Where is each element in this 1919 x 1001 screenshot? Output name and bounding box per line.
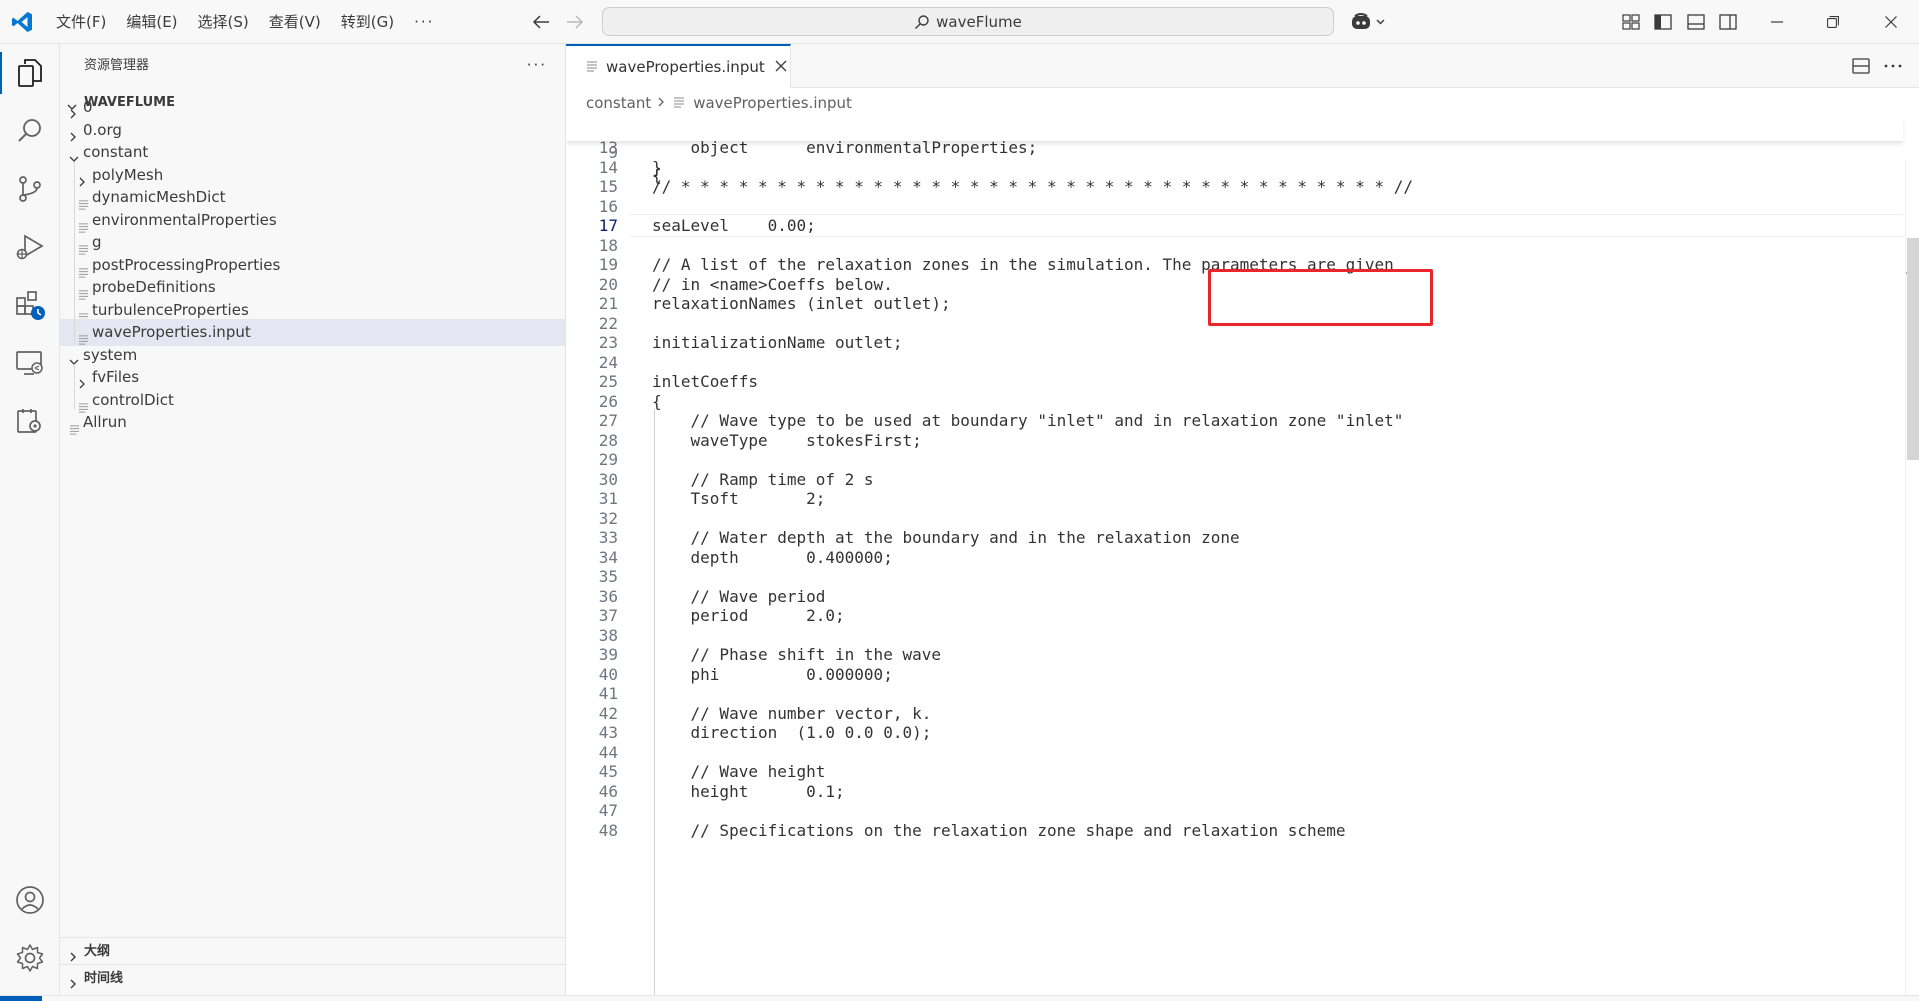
toggle-secondary-sidebar-icon[interactable] — [1716, 10, 1740, 34]
indent-guide — [74, 161, 75, 342]
menu-more-button[interactable]: ··· — [404, 13, 444, 31]
tab-label: waveProperties.input — [606, 58, 765, 76]
editor-group: waveProperties.input constant waveProper… — [566, 44, 1919, 1001]
chevron-right-icon — [657, 94, 665, 112]
title-bar: 文件(F) 编辑(E) 选择(S) 查看(V) 转到(G) ··· waveFlume — [0, 0, 1919, 44]
vscode-logo-icon — [10, 10, 34, 34]
menu-bar: 文件(F) 编辑(E) 选择(S) 查看(V) 转到(G) ··· — [46, 0, 444, 44]
restore-icon[interactable] — [1805, 0, 1861, 44]
indent-guide — [654, 409, 655, 1001]
sticky-line: 9 { — [566, 118, 1903, 185]
source-control-icon[interactable] — [0, 160, 60, 218]
toggle-primary-sidebar-icon[interactable] — [1651, 10, 1675, 34]
menu-file[interactable]: 文件(F) — [46, 8, 116, 36]
sticky-scroll-header[interactable]: 9 { — [566, 118, 1903, 185]
timeline-section-label: 时间线 — [84, 971, 124, 986]
back-arrow-icon[interactable] — [528, 9, 554, 35]
minimize-icon[interactable] — [1749, 0, 1805, 44]
manage-extensions-icon[interactable] — [0, 392, 60, 450]
line-text: { — [652, 166, 662, 185]
split-editor-icon[interactable] — [1849, 56, 1873, 76]
activity-bar — [0, 44, 60, 1001]
indent-guide — [74, 364, 75, 409]
menu-view[interactable]: 查看(V) — [259, 8, 331, 36]
outline-section-header[interactable]: 大纲 — [60, 937, 566, 964]
forward-arrow-icon[interactable] — [562, 9, 588, 35]
command-center-search[interactable]: waveFlume — [602, 7, 1334, 36]
breadcrumb-file[interactable]: waveProperties.input — [693, 94, 852, 112]
menu-selection[interactable]: 选择(S) — [188, 8, 259, 36]
toggle-panel-icon[interactable] — [1684, 10, 1708, 34]
line-number: 48 — [598, 820, 618, 840]
outline-section-label: 大纲 — [84, 944, 111, 959]
vertical-scrollbar[interactable] — [1905, 160, 1919, 1001]
explorer-title: 资源管理器 — [84, 58, 150, 73]
timeline-section-header[interactable]: 时间线 — [60, 964, 566, 991]
editor-tabs: waveProperties.input — [566, 44, 1919, 88]
extensions-icon[interactable] — [0, 276, 60, 334]
remote-explorer-icon[interactable] — [0, 334, 60, 392]
code-line: 48 // Specifications on the relaxation z… — [566, 819, 1903, 842]
status-bar — [0, 995, 1919, 1001]
tab-waveproperties[interactable]: waveProperties.input — [566, 44, 791, 88]
file-lines-icon — [586, 58, 598, 76]
breadcrumb: constant waveProperties.input — [586, 92, 852, 114]
code-editor[interactable]: 9 { 13 object environmentalProperties; 14… — [566, 118, 1919, 1001]
close-icon[interactable] — [775, 58, 787, 76]
remote-indicator[interactable] — [0, 996, 42, 1001]
line-number: 9 — [608, 143, 618, 162]
search-icon[interactable] — [0, 102, 60, 160]
file-lines-icon — [69, 417, 80, 444]
accounts-icon[interactable] — [0, 871, 60, 929]
run-and-debug-icon[interactable] — [0, 218, 60, 276]
menu-edit[interactable]: 编辑(E) — [116, 8, 187, 36]
copilot-icon[interactable] — [1347, 9, 1391, 35]
tree-file-item[interactable]: Allrun — [60, 409, 566, 436]
annotation-highlight-box — [1208, 269, 1433, 326]
breadcrumb-folder[interactable]: constant — [586, 94, 651, 112]
file-lines-icon — [673, 94, 685, 112]
tree-item-label: Allrun — [83, 413, 127, 431]
line-text: // Specifications on the relaxation zone… — [652, 820, 1346, 840]
command-center-label: waveFlume — [936, 12, 1022, 31]
search-icon — [915, 14, 929, 29]
explorer-icon[interactable] — [0, 44, 60, 102]
close-window-icon[interactable] — [1863, 0, 1919, 44]
explorer-more-button[interactable]: ··· — [527, 56, 547, 74]
settings-gear-icon[interactable] — [0, 929, 60, 987]
editor-more-actions-button[interactable] — [1881, 56, 1905, 76]
customize-layout-icon[interactable] — [1619, 10, 1643, 34]
scrollbar-thumb[interactable] — [1907, 238, 1919, 460]
menu-go[interactable]: 转到(G) — [331, 8, 404, 36]
explorer-sidebar: 资源管理器 ··· WAVEFLUME 0 0.org constant polyMe… — [60, 44, 566, 1001]
